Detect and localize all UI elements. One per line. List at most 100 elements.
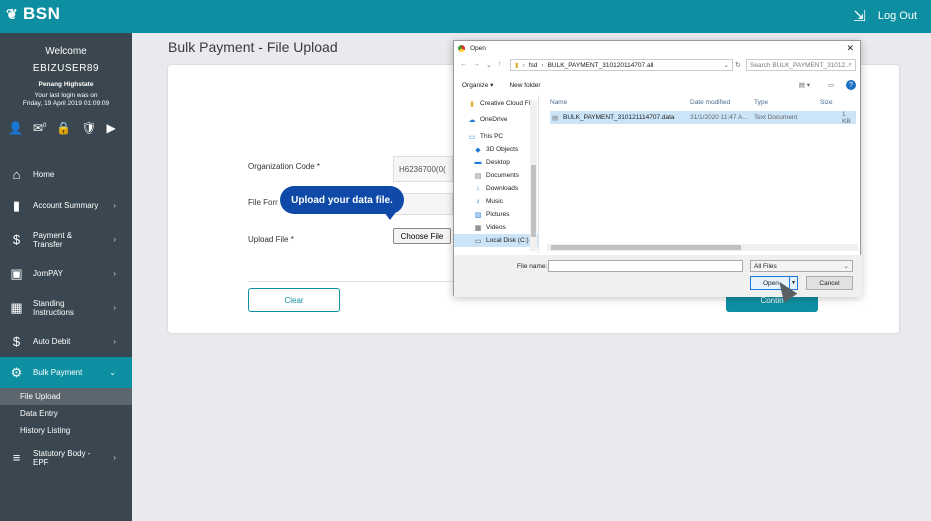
sidebar-item-label: Statutory Body - EPF: [33, 449, 90, 467]
lock-icon[interactable]: 🔒: [56, 121, 71, 135]
sidebar-subitem-history-listing[interactable]: History Listing: [0, 422, 132, 439]
close-icon[interactable]: ✕: [846, 43, 854, 54]
top-bar: ❦ BSN ⇲ Log Out: [0, 0, 931, 33]
path-folder[interactable]: BULK_PAYMENT_310120114707.all: [548, 62, 654, 69]
column-size[interactable]: Size: [820, 99, 833, 106]
file-row[interactable]: ▤ BULK_PAYMENT_310121114707.data 31/1/20…: [550, 111, 856, 125]
nav-item-local-disk[interactable]: ▭ Local Disk (C:): [454, 234, 538, 247]
nav-item-documents[interactable]: ▤ Documents: [454, 169, 538, 182]
nav-item-label: Pictures: [486, 211, 510, 218]
chevron-right-icon: ›: [113, 201, 116, 210]
nav-item-desktop[interactable]: ▬ Desktop: [454, 156, 538, 169]
file-type-select[interactable]: All Files ⌄: [750, 260, 853, 272]
sidebar: Welcome EBIZUSER89 Penang Highstate Your…: [0, 33, 132, 521]
nav-item-music[interactable]: ♪ Music: [454, 195, 538, 208]
logo-text: BSN: [23, 4, 61, 23]
file-type-value: All Files: [754, 262, 777, 270]
welcome-text: Welcome: [45, 46, 87, 57]
sidebar-item-label: Auto Debit: [33, 337, 71, 346]
mail-icon[interactable]: ✉0: [33, 121, 46, 135]
nav-item-label: Local Disk (C:): [486, 237, 529, 244]
quick-actions: 👤 ✉0 🔒 🛡 ▶: [0, 121, 132, 135]
view-options-icon[interactable]: ▤ ▾: [799, 81, 810, 89]
sidebar-item-auto-debit[interactable]: $ Auto Debit ›: [0, 326, 132, 357]
org-code-field[interactable]: H6236700(0(: [393, 156, 453, 182]
preview-pane-icon[interactable]: ▭: [828, 81, 834, 89]
logout-icon: ⇲: [853, 8, 866, 25]
dialog-title-bar: Open: [454, 41, 860, 56]
sidebar-item-label: Account Summary: [33, 201, 99, 210]
sidebar-subitem-data-entry[interactable]: Data Entry: [0, 405, 132, 422]
sidebar-item-standing-instructions[interactable]: ▦ Standing Instructions ›: [0, 289, 132, 326]
path-separator: ›: [541, 61, 544, 69]
navigation-pane: ▮ Creative Cloud File ☁ OneDrive ▭ This PC …: [454, 95, 539, 253]
cancel-button[interactable]: Cancel: [806, 276, 853, 290]
file-format-label: File Forr: [248, 198, 278, 207]
bulk-payment-icon: ⚙: [10, 364, 23, 380]
sidebar-subitem-file-upload[interactable]: File Upload: [0, 388, 132, 405]
chevron-down-icon: ⌄: [843, 263, 849, 270]
folder-icon: ▮: [470, 100, 474, 108]
nav-item-downloads[interactable]: ↓ Downloads: [454, 182, 538, 195]
sidebar-item-jompay[interactable]: ▣ JomPAY ›: [0, 258, 132, 289]
file-list-scrollbar[interactable]: [547, 244, 858, 251]
file-list: Name Date modified Type Size ▤ BULK_PAYM…: [546, 95, 860, 255]
back-arrow-icon[interactable]: ←: [460, 61, 467, 69]
sidebar-item-payment-transfer[interactable]: $ Payment & Transfer ›: [0, 221, 132, 258]
music-icon: ♪: [476, 198, 480, 205]
logout-button[interactable]: ⇲ Log Out: [853, 7, 917, 25]
chevron-down-icon[interactable]: ⌄: [724, 61, 729, 69]
path-root[interactable]: fsd: [529, 62, 538, 69]
choose-file-button[interactable]: Choose File: [393, 228, 451, 244]
new-folder-button[interactable]: New folder: [509, 82, 540, 89]
clear-button[interactable]: Clear: [248, 288, 340, 312]
nav-item-videos[interactable]: ▦ Videos: [454, 221, 538, 234]
chevron-down-icon[interactable]: ⌄: [486, 61, 492, 69]
nav-item-onedrive[interactable]: ☁ OneDrive: [454, 113, 538, 126]
label-line2: Instructions: [33, 307, 74, 317]
chrome-icon: [458, 45, 465, 52]
scroll-thumb[interactable]: [531, 165, 536, 237]
sidebar-item-statutory-body[interactable]: ≡ Statutory Body - EPF ›: [0, 439, 132, 476]
file-name: BULK_PAYMENT_310121114707.data: [563, 114, 675, 121]
sidebar-item-bulk-payment[interactable]: ⚙ Bulk Payment ⌄: [0, 357, 132, 388]
scroll-thumb[interactable]: [551, 245, 741, 250]
nav-item-label: OneDrive: [480, 116, 508, 123]
nav-scrollbar[interactable]: [530, 101, 537, 251]
picture-icon: ▨: [474, 211, 482, 219]
search-icon: ⌕: [848, 61, 852, 68]
search-input[interactable]: Search BULK_PAYMENT_31012... ⌕: [746, 59, 856, 71]
label-line1: Standing: [33, 298, 65, 308]
refresh-icon[interactable]: ↻: [735, 61, 741, 69]
label-line1: Statutory Body -: [33, 448, 91, 458]
jompay-icon: ▣: [10, 265, 23, 281]
open-file-dialog: Open ✕ ← → ⌄ ↑ ▮ › fsd › BULK_PAYMENT_31…: [453, 40, 862, 297]
sidebar-item-account-summary[interactable]: ▮ Account Summary ›: [0, 190, 132, 221]
mail-count: 0: [43, 123, 47, 129]
column-name[interactable]: Name: [550, 99, 567, 106]
column-type[interactable]: Type: [754, 99, 768, 106]
nav-item-creative-cloud[interactable]: ▮ Creative Cloud File: [454, 97, 538, 110]
chevron-right-icon: ›: [113, 337, 116, 346]
bsn-logo[interactable]: ❦ BSN: [6, 4, 60, 24]
nav-item-3d-objects[interactable]: ◆ 3D Objects: [454, 143, 538, 156]
last-login-time: Friday, 19 April 2019 01:09:09: [22, 100, 110, 107]
organize-button[interactable]: Organize ▾: [462, 81, 493, 89]
calendar-icon: ▦: [10, 299, 23, 315]
address-path[interactable]: ▮ › fsd › BULK_PAYMENT_310120114707.all …: [510, 59, 733, 71]
filename-input[interactable]: [548, 260, 743, 272]
up-arrow-icon[interactable]: ↑: [498, 61, 502, 69]
column-date[interactable]: Date modified: [690, 99, 730, 106]
database-icon: ≡: [12, 450, 21, 465]
forward-arrow-icon[interactable]: →: [473, 61, 480, 69]
sidebar-item-home[interactable]: ⌂ Home: [0, 159, 132, 190]
help-icon[interactable]: ?: [846, 80, 856, 90]
shield-icon[interactable]: 🛡: [81, 121, 96, 135]
profile-icon[interactable]: 👤: [8, 121, 23, 135]
address-bar-row: ← → ⌄ ↑ ▮ › fsd › BULK_PAYMENT_310120114…: [454, 57, 862, 73]
nav-item-pictures[interactable]: ▨ Pictures: [454, 208, 538, 221]
nav-item-label: Creative Cloud File: [480, 100, 536, 107]
chevron-right-icon: ›: [113, 269, 116, 278]
nav-item-this-pc[interactable]: ▭ This PC: [454, 130, 538, 143]
play-icon[interactable]: ▶: [107, 121, 116, 135]
